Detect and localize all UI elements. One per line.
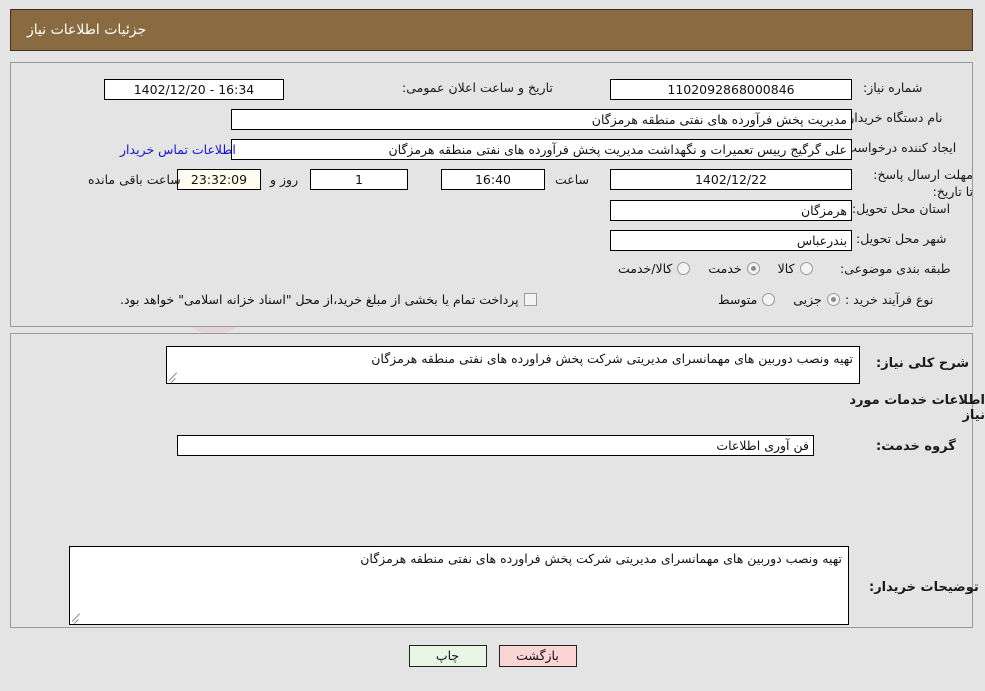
need-info-panel [10,62,973,327]
process-label-row: نوع فرآیند خرید : [845,292,933,307]
need-number-label-row: شماره نیاز: [863,80,922,95]
need-number-label: شماره نیاز: [863,80,923,95]
radio-option-khedmat[interactable]: خدمت [708,261,760,276]
service-group-label: گروه خدمت: [876,439,956,454]
window-title-bar: جزئیات اطلاعات نیاز [10,9,973,51]
days-left-field: 1 [310,169,408,190]
radio-khedmat-icon[interactable] [746,262,760,275]
page-root: AriaTender.net جزئیات اطلاعات نیاز شماره… [0,0,985,691]
resize-grip-icon[interactable] [168,370,181,383]
buyer-org-field: مدیریت پخش فرآورده های نفتی منطقه هرمزگا… [231,109,852,130]
treasury-checkbox-label: پرداخت تمام یا بخشی از مبلغ خرید،از محل … [120,292,519,307]
countdown-field: 23:32:09 [177,169,261,190]
province-label: استان محل تحویل: [852,201,951,216]
creator-label-row: ایجاد کننده درخواست: [841,140,956,155]
general-desc-textarea[interactable]: تهیه ونصب دوربین های مهمانسرای مدیریتی ش… [166,346,860,384]
radio-jozii-icon[interactable] [826,293,840,306]
radio-kala-label: کالا [777,261,795,276]
radio-kala-icon[interactable] [799,262,813,275]
resize-grip-icon[interactable] [71,611,84,624]
category-label-row: طبقه بندی موضوعی: [840,261,951,276]
radio-motevaset-label: متوسط [718,292,758,307]
general-desc-label: شرح کلی نیاز: [876,356,970,371]
category-options-group: کالا خدمت کالا/خدمت [600,261,813,276]
back-button[interactable]: بازگشت [498,645,577,667]
service-group-field: فن آوری اطلاعات [177,435,814,456]
print-button[interactable]: چاپ [408,645,487,667]
creator-label: ایجاد کننده درخواست: [841,140,957,155]
province-label-row: استان محل تحویل: [852,201,950,216]
public-announce-label-row: تاریخ و ساعت اعلان عمومی: [402,80,553,95]
buyer-org-label-row: نام دستگاه خریدار: [844,110,942,125]
deadline-label-row: مهلت ارسال پاسخ: تا تاریخ: [868,166,973,200]
treasury-checkbox-row[interactable]: پرداخت تمام یا بخشی از مبلغ خرید،از محل … [120,292,537,307]
process-options-group: جزیی متوسط [700,292,840,307]
radio-kala-khedmat-icon[interactable] [677,262,691,275]
deadline-time-field: 16:40 [441,169,545,190]
radio-motevaset-icon[interactable] [762,293,776,306]
radio-option-kala-khedmat[interactable]: کالا/خدمت [618,261,691,276]
city-label-row: شهر محل تحویل: [856,231,946,246]
city-field: بندرعباس [610,230,852,251]
city-label: شهر محل تحویل: [856,231,947,246]
creator-field: علی گرگیج رییس تعمیرات و نگهداشت مدیریت … [231,139,852,160]
general-desc-value: تهیه ونصب دوربین های مهمانسرای مدیریتی ش… [371,351,853,366]
buyer-org-label: نام دستگاه خریدار: [844,110,943,125]
services-section-title: اطلاعات خدمات مورد نیاز [849,393,985,423]
buyer-contact-link[interactable]: اطلاعات تماس خریدار [120,142,236,157]
radio-option-jozii[interactable]: جزیی [793,292,840,307]
public-announce-field: 16:34 - 1402/12/20 [104,79,284,100]
radio-jozii-label: جزیی [793,292,822,307]
days-word-label: روز و [270,172,299,187]
radio-option-motevaset[interactable]: متوسط [718,292,776,307]
countdown-suffix-label: ساعت باقی مانده [88,172,181,187]
radio-kala-khedmat-label: کالا/خدمت [618,261,673,276]
buyer-notes-textarea[interactable]: تهیه ونصب دوربین های مهمانسرای مدیریتی ش… [69,546,849,625]
page-title: جزئیات اطلاعات نیاز [27,22,147,38]
treasury-checkbox-icon[interactable] [523,293,537,306]
deadline-label: مهلت ارسال پاسخ: تا تاریخ: [873,167,973,199]
buyer-notes-value: تهیه ونصب دوربین های مهمانسرای مدیریتی ش… [360,551,842,566]
buyer-notes-label: توضیحات خریدار: [869,580,979,595]
footer-button-bar: بازگشت چاپ [0,645,985,667]
treasury-checkbox-option[interactable]: پرداخت تمام یا بخشی از مبلغ خرید،از محل … [120,292,537,307]
process-label: نوع فرآیند خرید : [845,292,934,307]
public-announce-label: تاریخ و ساعت اعلان عمومی: [402,80,553,95]
province-field: هرمزگان [610,200,852,221]
deadline-date-field: 1402/12/22 [610,169,852,190]
need-number-field: 1102092868000846 [610,79,852,100]
category-label: طبقه بندی موضوعی: [840,261,951,276]
radio-khedmat-label: خدمت [708,261,742,276]
radio-option-kala[interactable]: کالا [778,261,813,276]
deadline-hour-label: ساعت [555,172,590,187]
